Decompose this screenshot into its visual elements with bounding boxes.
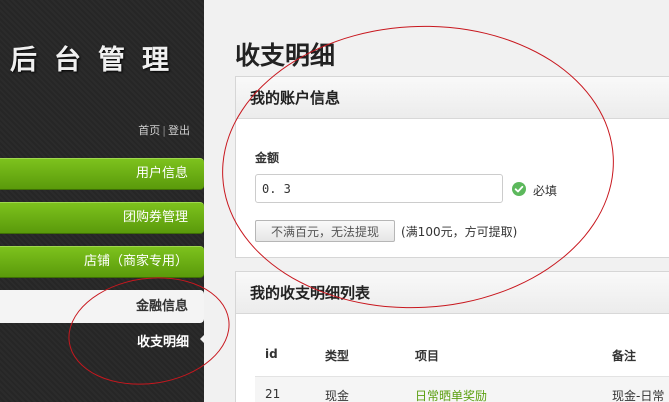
home-link[interactable]: 首页 xyxy=(138,124,160,137)
column-header-item: 项目 xyxy=(415,349,440,363)
sidebar-subitem-transactions[interactable]: 收支明细 xyxy=(137,331,189,350)
account-info-heading: 我的账户信息 xyxy=(236,77,669,119)
active-indicator-arrow-icon xyxy=(200,333,206,345)
column-header-id: id xyxy=(265,347,278,361)
required-label: 必填 xyxy=(533,184,558,198)
transactions-panel: 我的收支明细列表 id 类型 项目 备注 21 现金 日常晒单奖励 现金-日常 xyxy=(235,271,669,402)
page-title: 收支明细 xyxy=(235,41,336,70)
app-logo: 后台管理 xyxy=(10,45,186,76)
account-info-panel: 我的账户信息 金额 必填 不满百元，无法提现 (满100元，方可提取) xyxy=(235,76,669,258)
cell-note: 现金-日常 xyxy=(612,389,665,402)
column-header-type: 类型 xyxy=(325,349,350,363)
amount-label: 金额 xyxy=(255,151,280,165)
link-separator: | xyxy=(162,124,166,137)
cell-id: 21 xyxy=(265,387,281,401)
withdraw-button[interactable]: 不满百元，无法提现 xyxy=(255,220,395,242)
logout-link[interactable]: 登出 xyxy=(168,124,190,137)
sidebar: 后台管理 首页 | 登出 用户信息 团购券管理 店铺（商家专用） 金融信息 收支明细 xyxy=(0,0,206,402)
table-row: 21 现金 日常晒单奖励 现金-日常 xyxy=(255,376,669,402)
check-circle-icon xyxy=(512,182,526,196)
amount-input[interactable] xyxy=(255,174,503,203)
top-links: 首页 | 登出 xyxy=(138,122,190,138)
column-header-note: 备注 xyxy=(612,349,637,363)
withdraw-hint: (满100元，方可提取) xyxy=(401,225,518,239)
transactions-heading: 我的收支明细列表 xyxy=(236,272,669,314)
sidebar-item-finance[interactable]: 金融信息 xyxy=(0,290,204,323)
sidebar-item-coupon-management[interactable]: 团购券管理 xyxy=(0,202,204,234)
cell-item-link[interactable]: 日常晒单奖励 xyxy=(415,387,487,402)
sidebar-item-user-info[interactable]: 用户信息 xyxy=(0,158,204,190)
cell-type: 现金 xyxy=(325,389,350,402)
sidebar-item-shop[interactable]: 店铺（商家专用） xyxy=(0,246,204,278)
